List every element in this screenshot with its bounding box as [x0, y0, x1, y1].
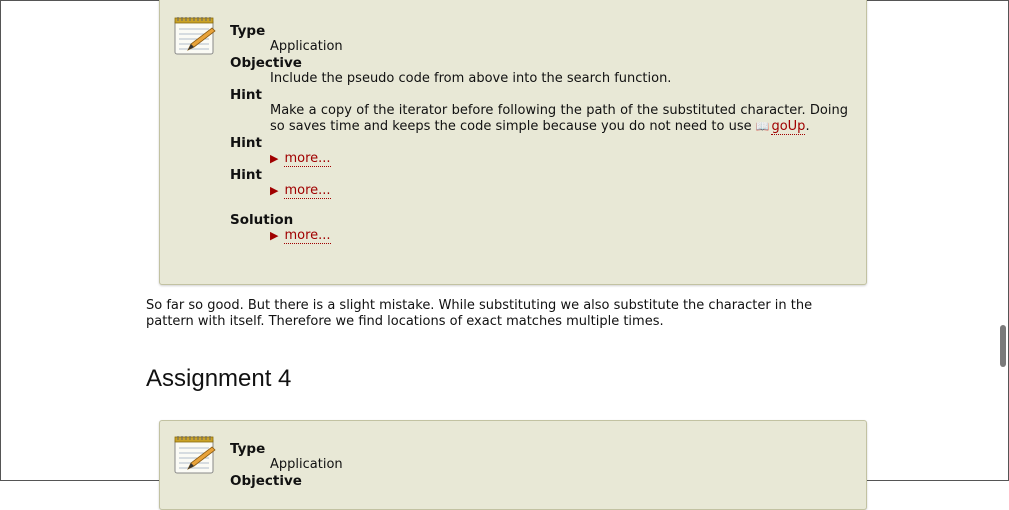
section-heading: Assignment 4 — [146, 365, 292, 392]
body-paragraph: So far so good. But there is a slight mi… — [146, 298, 813, 329]
triangle-right-icon[interactable]: ▶ — [270, 229, 278, 242]
solution-more-row: ▶ more... — [270, 228, 848, 244]
hint-more-row: ▶ more... — [270, 183, 848, 199]
notepad-pencil-icon — [172, 14, 216, 58]
hint-more-link[interactable]: more... — [284, 184, 331, 199]
objective-value: Include the pseudo code from above into … — [270, 71, 672, 86]
objective-label: Objective — [230, 55, 302, 71]
solution-more-link[interactable]: more... — [284, 229, 331, 244]
hint-label: Hint — [230, 135, 262, 151]
type-label: Type — [230, 441, 266, 457]
type-value: Application — [270, 457, 343, 472]
assignment-box: Type Application Objective — [159, 420, 867, 510]
objective-label: Objective — [230, 473, 302, 489]
notepad-pencil-icon — [172, 433, 216, 477]
vertical-scrollbar[interactable] — [1000, 325, 1006, 367]
hint-text: Make a copy of the iterator before follo… — [270, 103, 848, 135]
book-icon: 📖 — [755, 120, 770, 133]
type-value: Application — [270, 39, 343, 54]
hint-label: Hint — [230, 87, 262, 103]
hint-text-end: . — [805, 119, 810, 134]
hint-label: Hint — [230, 167, 262, 183]
hint-more-row: ▶ more... — [270, 151, 848, 167]
goup-link[interactable]: goUp — [771, 119, 806, 135]
assignment-box: Type Application Objective Include the p… — [159, 0, 867, 285]
solution-label: Solution — [230, 212, 294, 228]
type-label: Type — [230, 23, 266, 39]
triangle-right-icon[interactable]: ▶ — [270, 184, 278, 197]
triangle-right-icon[interactable]: ▶ — [270, 152, 278, 165]
hint-more-link[interactable]: more... — [284, 152, 331, 167]
